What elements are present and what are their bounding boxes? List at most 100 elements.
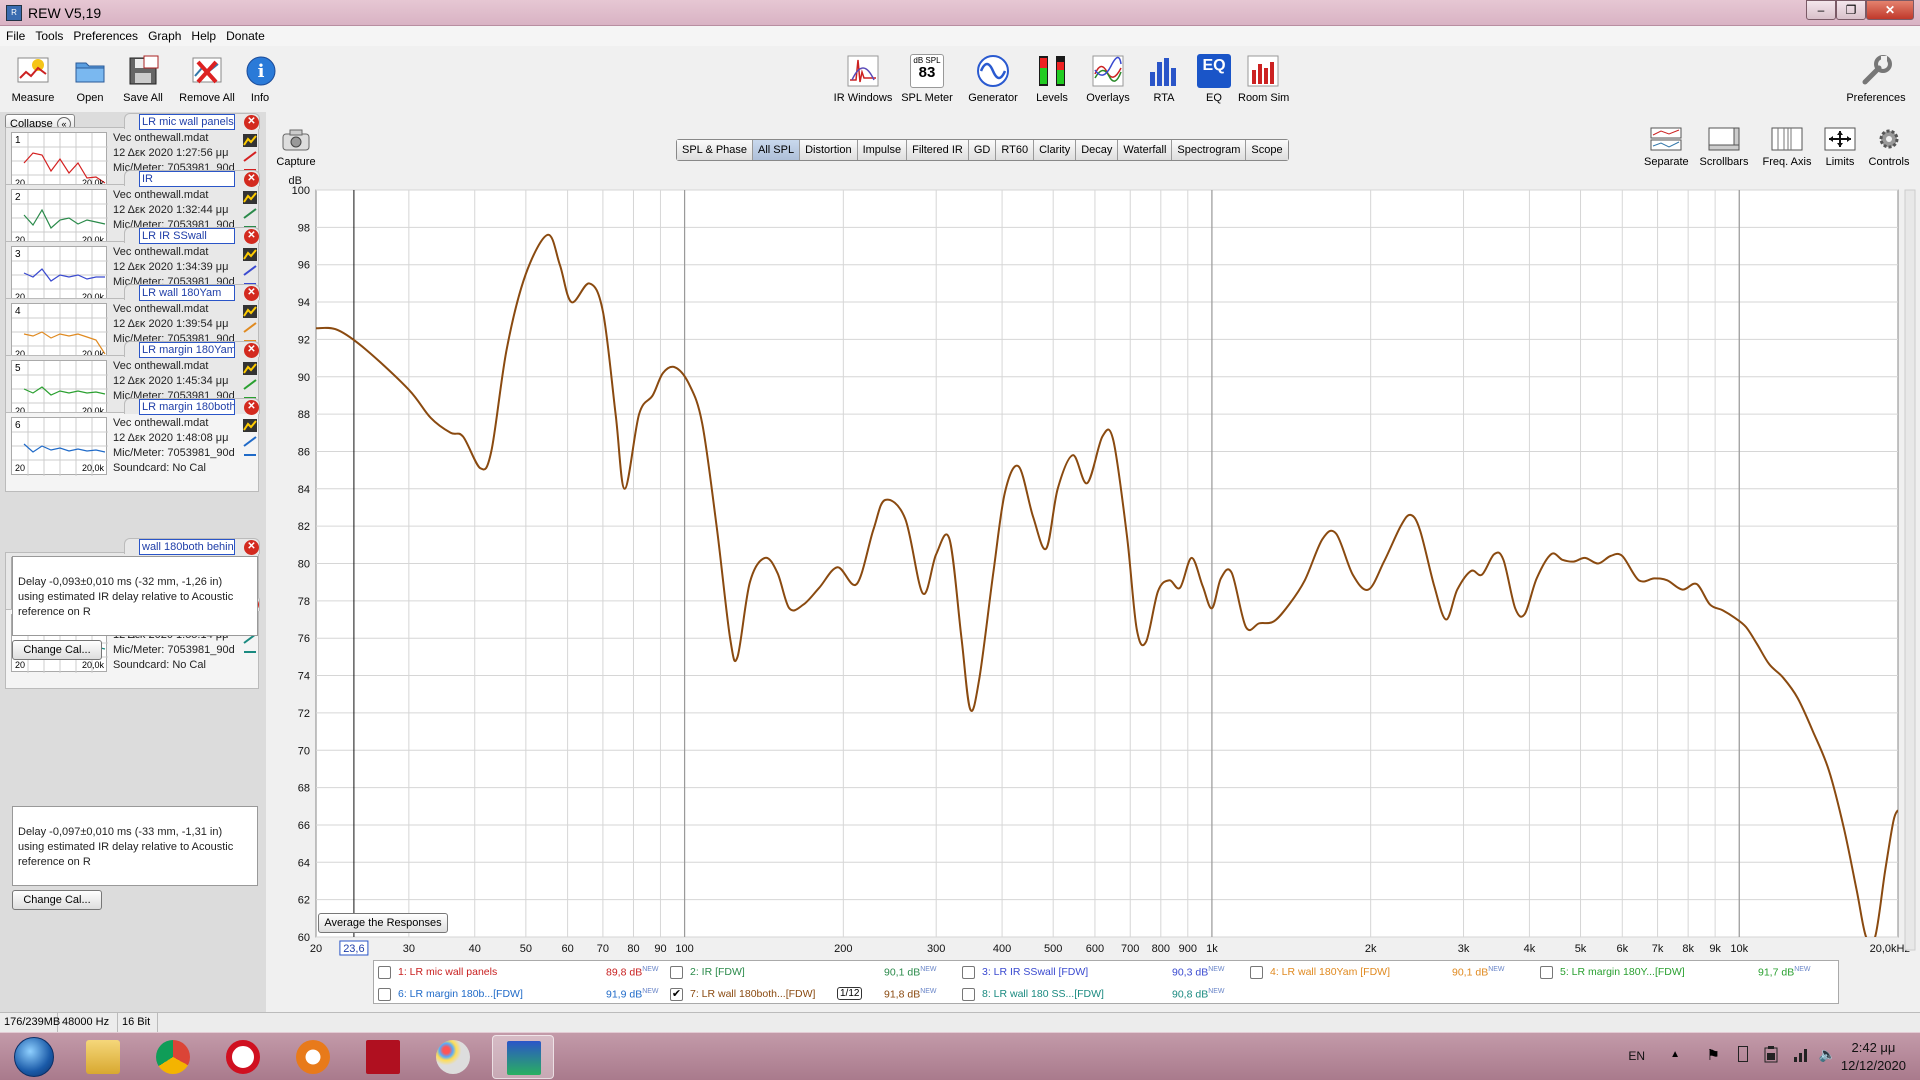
y-tick-label: 88 xyxy=(298,409,310,421)
taskbar-chrome[interactable] xyxy=(142,1035,204,1079)
x-tick-label: 200 xyxy=(834,943,852,955)
y-tick-label: 70 xyxy=(298,745,310,757)
x-tick-label: 30 xyxy=(403,943,415,955)
folder-icon xyxy=(86,1040,120,1074)
rew-icon xyxy=(507,1041,541,1075)
x-tick-label: 700 xyxy=(1121,943,1139,955)
x-tick-label: 6k xyxy=(1616,943,1628,955)
x-tick-label: 600 xyxy=(1086,943,1104,955)
legend-checkbox[interactable] xyxy=(1250,966,1263,979)
windows-logo-icon xyxy=(14,1037,54,1077)
x-tick-label: 5k xyxy=(1575,943,1587,955)
x-tick-label: 800 xyxy=(1152,943,1170,955)
y-tick-label: 80 xyxy=(298,559,310,571)
y-tick-label: 78 xyxy=(298,596,310,608)
language-indicator[interactable]: EN xyxy=(1628,1049,1645,1063)
x-tick-label: 9k xyxy=(1709,943,1721,955)
device-icon[interactable] xyxy=(1738,1046,1748,1062)
battery-icon[interactable] xyxy=(1762,1045,1780,1063)
x-tick-label: 300 xyxy=(927,943,945,955)
legend-value: 90,1 dBNEW xyxy=(884,966,937,979)
legend-checkbox[interactable] xyxy=(378,966,391,979)
x-tick-label: 1k xyxy=(1206,943,1218,955)
y-tick-label: 96 xyxy=(298,260,310,272)
legend-item: 6: LR margin 180b...[FDW] 91,9 dBNEW xyxy=(378,985,664,1005)
legend-value: 91,9 dBNEW xyxy=(606,988,659,1001)
legend-value: 90,1 dBNEW xyxy=(1452,966,1505,979)
taskbar-rew[interactable] xyxy=(492,1035,554,1079)
x-tick-label: 70 xyxy=(597,943,609,955)
grid-app-icon xyxy=(366,1040,400,1074)
y-tick-label: 66 xyxy=(298,820,310,832)
memory-status: 176/239MB xyxy=(0,1013,60,1032)
x-tick-label: 20 xyxy=(310,943,322,955)
average-responses-button[interactable]: Average the Responses xyxy=(318,913,448,933)
vertical-scroll-track xyxy=(1904,189,1916,951)
y-tick-label: 68 xyxy=(298,783,310,795)
legend-checkbox[interactable] xyxy=(1540,966,1553,979)
x-tick-label: 100 xyxy=(675,943,693,955)
taskbar-app-red[interactable] xyxy=(352,1035,414,1079)
legend-checkbox[interactable] xyxy=(670,966,683,979)
y-tick-label: 82 xyxy=(298,521,310,533)
y-tick-label: 60 xyxy=(298,932,310,944)
windows-taskbar: EN ▲ ⚑ 🔈 2:42 μμ 12/12/2020 xyxy=(0,1032,1920,1080)
x-tick-label: 60 xyxy=(561,943,573,955)
x-tick-label: 8k xyxy=(1682,943,1694,955)
legend-value: 91,7 dBNEW xyxy=(1758,966,1811,979)
volume-icon[interactable]: 🔈 xyxy=(1819,1046,1836,1063)
tray-expand-icon[interactable]: ▲ xyxy=(1670,1049,1680,1060)
x-tick-label: 400 xyxy=(993,943,1011,955)
legend-value: 90,8 dBNEW xyxy=(1172,988,1225,1001)
sample-rate-status: 48000 Hz xyxy=(58,1013,118,1032)
legend-item: 8: LR wall 180 SS...[FDW] 90,8 dBNEW xyxy=(962,985,1248,1005)
y-axis-unit: dB xyxy=(289,175,302,187)
x-tick-label: 3k xyxy=(1458,943,1470,955)
legend-item: ✔ 7: LR wall 180both...[FDW] 1/12 91,8 dBNE… xyxy=(670,987,937,1001)
legend-value: 89,8 dBNEW xyxy=(606,966,659,979)
y-tick-label: 92 xyxy=(298,334,310,346)
legend-checkbox[interactable]: ✔ xyxy=(670,988,683,1001)
legend-checkbox[interactable] xyxy=(962,988,975,1001)
legend-checkbox[interactable] xyxy=(378,988,391,1001)
taskbar-paint[interactable] xyxy=(422,1035,484,1079)
y-tick-label: 64 xyxy=(298,857,310,869)
taskbar-explorer[interactable] xyxy=(72,1035,134,1079)
spl-graph[interactable]: 60 62 64 66 68 70 72 74 76 78 80 82 84 86 88 90 92 94 96 98… xyxy=(0,0,1920,1080)
x-tick-label: 50 xyxy=(520,943,532,955)
legend-checkbox[interactable] xyxy=(962,966,975,979)
x-tick-label: 10k xyxy=(1730,943,1748,955)
legend-value: 91,8 dBNEW xyxy=(884,988,937,1001)
y-tick-label: 98 xyxy=(298,222,310,234)
opera-icon xyxy=(226,1040,260,1074)
x-tick-label: 20,0kHz xyxy=(1870,943,1910,955)
taskbar-keepass[interactable] xyxy=(282,1035,344,1079)
y-tick-label: 76 xyxy=(298,633,310,645)
chrome-icon xyxy=(156,1040,190,1074)
x-tick-label: 2k xyxy=(1365,943,1377,955)
legend-item: 5: LR margin 180Y...[FDW] 91,7 dBNEW xyxy=(1540,963,1826,983)
lock-icon xyxy=(296,1040,330,1074)
legend-item: 4: LR wall 180Yam [FDW] 90,1 dBNEW xyxy=(1250,963,1536,983)
signal-icon[interactable] xyxy=(1792,1045,1810,1063)
bit-depth-status: 16 Bit xyxy=(118,1013,158,1032)
system-tray: EN ▲ ⚑ 🔈 2:42 μμ 12/12/2020 xyxy=(1520,1033,1920,1080)
taskbar-opera[interactable] xyxy=(212,1035,274,1079)
y-tick-label: 74 xyxy=(298,671,310,683)
start-button[interactable] xyxy=(6,1035,62,1079)
clock[interactable]: 2:42 μμ 12/12/2020 xyxy=(1841,1039,1906,1075)
graph-legend: 1: LR mic wall panels 89,8 dBNEW 2: IR [FD… xyxy=(373,960,1839,1004)
y-tick-label: 84 xyxy=(298,484,310,496)
smoothing-badge[interactable]: 1/12 xyxy=(837,987,863,1000)
x-tick-label: 500 xyxy=(1044,943,1062,955)
y-tick-label: 72 xyxy=(298,708,310,720)
y-tick-label: 90 xyxy=(298,372,310,384)
x-tick-label: 7k xyxy=(1652,943,1664,955)
x-tick-label: 90 xyxy=(654,943,666,955)
action-center-flag-icon[interactable]: ⚑ xyxy=(1707,1046,1720,1064)
x-tick-label: 4k xyxy=(1524,943,1536,955)
x-tick-label: 80 xyxy=(627,943,639,955)
x-tick-label: 40 xyxy=(469,943,481,955)
legend-item: 1: LR mic wall panels 89,8 dBNEW xyxy=(378,963,664,983)
legend-value: 90,3 dBNEW xyxy=(1172,966,1225,979)
